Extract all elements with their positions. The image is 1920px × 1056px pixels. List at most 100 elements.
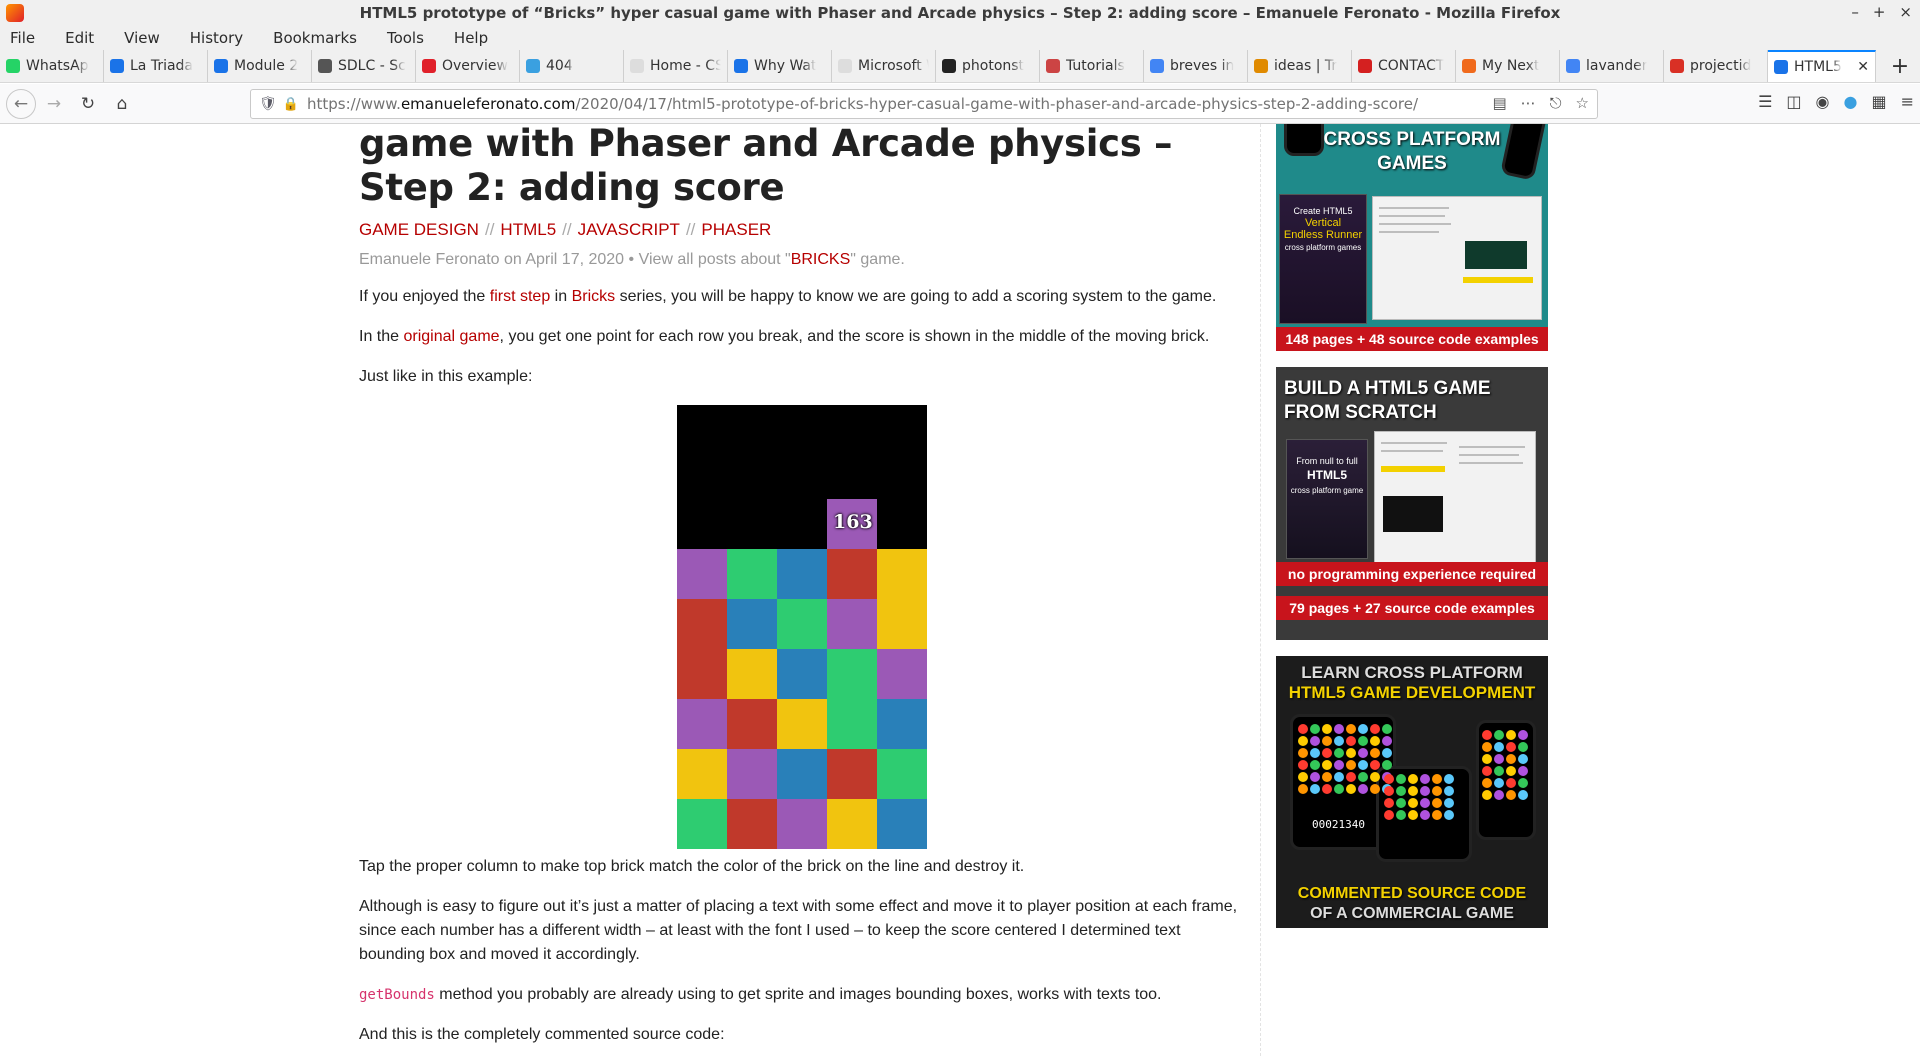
brick — [777, 749, 827, 799]
ad-learn-cross-platform[interactable]: LEARN CROSS PLATFORM HTML5 GAME DEVELOPME… — [1276, 656, 1548, 928]
paragraph-original-game: In the original game, you get one point … — [359, 328, 1210, 345]
menu-tools[interactable]: Tools — [383, 29, 428, 47]
menu-help[interactable]: Help — [450, 29, 492, 47]
web-page: game with Phaser and Arcade physics – St… — [0, 124, 1920, 1056]
tab-favicon-icon — [1462, 59, 1476, 73]
page-actions-icon[interactable]: ⋯ — [1521, 94, 1536, 112]
link-original-game[interactable]: original game — [403, 328, 499, 345]
category-game-design[interactable]: GAME DESIGN — [359, 220, 479, 239]
game-dot — [1310, 772, 1320, 782]
extensions-puzzle-icon[interactable]: ▦ — [1871, 92, 1886, 111]
back-button[interactable]: ← — [6, 88, 36, 119]
tab-10[interactable]: Tutorials — [1040, 50, 1144, 82]
menu-bookmarks[interactable]: Bookmarks — [269, 29, 361, 47]
game-dot — [1384, 786, 1394, 796]
tab-favicon-icon — [838, 59, 852, 73]
extension-icon[interactable]: ● — [1844, 92, 1858, 111]
bookmark-star-icon[interactable]: ☆ — [1576, 94, 1589, 112]
tab-3[interactable]: SDLC - Sc — [312, 50, 416, 82]
game-dot — [1432, 798, 1442, 808]
tab-label: My Next — [1482, 58, 1540, 74]
tag-link-bricks[interactable]: BRICKS — [791, 251, 851, 268]
game-dot — [1506, 790, 1516, 800]
game-dot — [1370, 748, 1380, 758]
tab-11[interactable]: breves in — [1144, 50, 1248, 82]
minimize-button[interactable]: – — [1851, 3, 1859, 21]
category-html5[interactable]: HTML5 — [500, 220, 556, 239]
brick — [727, 799, 777, 849]
tab-favicon-icon — [630, 59, 644, 73]
tab-favicon-icon — [1254, 59, 1268, 73]
tab-4[interactable]: Overview — [416, 50, 520, 82]
new-tab-button[interactable]: + — [1882, 54, 1918, 79]
close-window-button[interactable]: × — [1899, 3, 1912, 21]
ad-build-html5-game[interactable]: BUILD A HTML5 GAME FROM SCRATCH From null… — [1276, 367, 1548, 640]
sidebar-icon[interactable]: ◫ — [1786, 92, 1801, 111]
game-dot — [1310, 748, 1320, 758]
tracking-shield-icon[interactable]: 🛡 — [259, 96, 277, 112]
tab-favicon-icon — [1774, 60, 1788, 74]
tab-1[interactable]: La Triada — [104, 50, 208, 82]
tab-14[interactable]: My Next — [1456, 50, 1560, 82]
tab-label: SDLC - Sc — [338, 58, 406, 74]
tab-label: Module 2 — [234, 58, 299, 74]
tab-close-icon[interactable]: ✕ — [1853, 59, 1869, 75]
tab-17[interactable]: HTML5 ✕ — [1768, 50, 1876, 82]
home-button[interactable]: ⌂ — [106, 88, 138, 120]
game-dot — [1322, 724, 1332, 734]
link-first-step[interactable]: first step — [490, 288, 550, 305]
brick — [727, 749, 777, 799]
lock-icon[interactable]: 🔒 — [283, 97, 299, 112]
game-dot — [1408, 798, 1418, 808]
tab-favicon-icon — [942, 59, 956, 73]
tab-9[interactable]: photonst — [936, 50, 1040, 82]
library-icon[interactable]: ☰ — [1758, 92, 1772, 111]
game-dot — [1506, 730, 1516, 740]
game-example-canvas[interactable]: 163 — [677, 405, 927, 849]
book-cover: From null to full HTML5 cross platform g… — [1286, 439, 1368, 559]
menu-file[interactable]: File — [6, 29, 39, 47]
reload-button[interactable]: ↻ — [72, 88, 104, 120]
game-dot — [1346, 736, 1356, 746]
tab-7[interactable]: Why Wat — [728, 50, 832, 82]
game-dot — [1346, 772, 1356, 782]
ad-cross-platform-games[interactable]: CROSS PLATFORM GAMES Create HTML5 Vertica… — [1276, 124, 1548, 351]
game-dot — [1518, 790, 1528, 800]
address-bar[interactable]: 🛡 🔒 https://www.emanueleferonato.com/202… — [250, 89, 1598, 119]
tab-8[interactable]: Microsoft W — [832, 50, 936, 82]
game-dot — [1420, 798, 1430, 808]
ad3-score: 00021340 — [1312, 818, 1365, 831]
tab-15[interactable]: lavander — [1560, 50, 1664, 82]
text-line — [1381, 450, 1443, 452]
menu-history[interactable]: History — [186, 29, 247, 47]
game-dot — [1506, 754, 1516, 764]
reader-view-icon[interactable]: ▤ — [1492, 94, 1506, 112]
forward-button[interactable]: → — [38, 88, 70, 120]
tab-label: photonst — [962, 58, 1025, 74]
book-line: From null to full — [1296, 456, 1358, 466]
tab-5[interactable]: 404 — [520, 50, 624, 82]
tab-12[interactable]: ideas | Tr — [1248, 50, 1352, 82]
maximize-button[interactable]: + — [1873, 3, 1886, 21]
book-line: cross platform games — [1284, 243, 1362, 252]
game-dot — [1420, 774, 1430, 784]
category-phaser[interactable]: PHASER — [701, 220, 771, 239]
tab-13[interactable]: CONTACT — [1352, 50, 1456, 82]
tab-6[interactable]: Home - CSSE — [624, 50, 728, 82]
address-url[interactable]: https://www.emanueleferonato.com/2020/04… — [307, 95, 1418, 113]
tab-2[interactable]: Module 2 — [208, 50, 312, 82]
category-javascript[interactable]: JAVASCRIPT — [578, 220, 680, 239]
tab-16[interactable]: projectid — [1664, 50, 1768, 82]
menu-view[interactable]: View — [120, 29, 164, 47]
tab-0[interactable]: WhatsAp — [0, 50, 104, 82]
brick — [827, 599, 877, 649]
hamburger-menu-icon[interactable]: ≡ — [1901, 92, 1914, 111]
brick — [827, 649, 877, 699]
pocket-icon[interactable]: ⎋ — [1550, 94, 1562, 112]
menu-edit[interactable]: Edit — [61, 29, 98, 47]
game-dot — [1322, 736, 1332, 746]
game-dot — [1298, 784, 1308, 794]
link-bricks[interactable]: Bricks — [572, 288, 616, 305]
toolbar-right: ☰ ◫ ◉ ● ▦ ≡ — [1758, 92, 1914, 111]
account-icon[interactable]: ◉ — [1816, 92, 1830, 111]
